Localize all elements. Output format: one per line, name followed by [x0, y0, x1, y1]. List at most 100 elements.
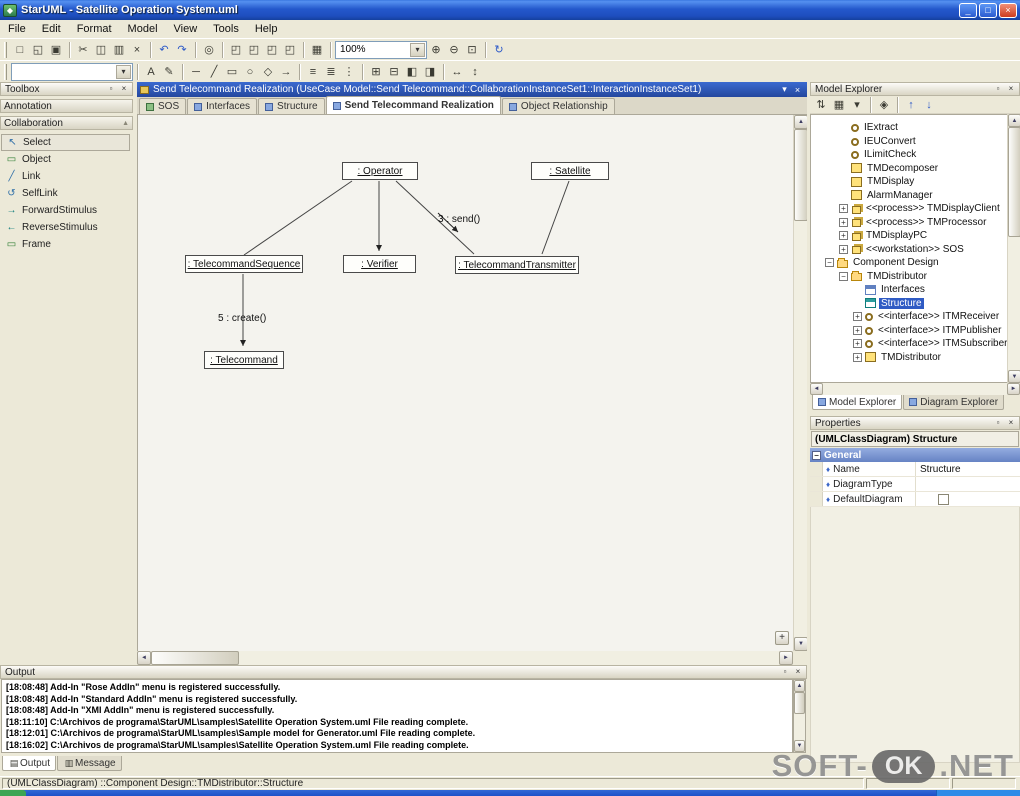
stereotype-icon[interactable]: ◈ [875, 96, 893, 114]
line-style-icon[interactable]: ─ [187, 63, 205, 81]
zoom-in-icon[interactable]: ⊕ [427, 41, 445, 59]
start-button-sliver[interactable] [0, 790, 26, 796]
zoom-out-icon[interactable]: ⊖ [445, 41, 463, 59]
close-icon[interactable]: × [118, 84, 130, 95]
find-icon[interactable]: ◎ [200, 41, 218, 59]
tree-item[interactable]: <<process>> TMDisplayClient [811, 202, 1019, 216]
window-layout-icon[interactable]: ◰ [227, 41, 245, 59]
toolbox-item-object[interactable]: ▭ Object [0, 151, 133, 168]
save-icon[interactable]: ▣ [47, 41, 65, 59]
sort-icon[interactable]: ⇅ [812, 96, 830, 114]
scroll-right-icon[interactable]: ► [1007, 383, 1020, 395]
close-icon[interactable]: × [1005, 418, 1017, 429]
scroll-up-icon[interactable]: ▲ [122, 120, 129, 127]
tree-item[interactable]: TMDistributor [811, 270, 1019, 284]
default-diagram-checkbox[interactable] [938, 493, 949, 505]
expand-canvas-button[interactable]: + [775, 631, 789, 645]
expand-icon[interactable] [853, 325, 862, 335]
ungroup-icon[interactable]: ⊟ [385, 63, 403, 81]
scrollbar-thumb[interactable] [794, 129, 807, 221]
align-center-icon[interactable]: ≣ [322, 63, 340, 81]
align-vertical-icon[interactable]: ⋮ [340, 63, 358, 81]
tab-send-telecommand-realization[interactable]: Send Telecommand Realization [325, 96, 501, 114]
menu-tools[interactable]: Tools [205, 21, 247, 37]
view-mode-icon[interactable]: ▦ [830, 96, 848, 114]
arrow-shape-icon[interactable]: → [277, 63, 295, 81]
tree-item[interactable]: <<interface>> ITMReceiver [811, 310, 1019, 324]
object-node-operator[interactable]: : Operator [342, 162, 418, 180]
tree-item[interactable]: IEUConvert [811, 135, 1019, 149]
menu-format[interactable]: Format [69, 21, 120, 37]
tree-item[interactable]: TMDistributor [811, 351, 1019, 365]
tree-item[interactable]: <<workstation>> SOS [811, 243, 1019, 257]
property-value[interactable]: Structure [916, 462, 1020, 476]
close-icon[interactable]: × [792, 667, 804, 678]
tree-item[interactable]: <<process>> TMProcessor [811, 216, 1019, 230]
minimize-button[interactable]: _ [959, 2, 977, 18]
move-down-icon[interactable]: ↓ [920, 96, 938, 114]
tab-sos[interactable]: SOS [139, 98, 187, 114]
tree-item[interactable]: TMDecomposer [811, 162, 1019, 176]
property-row-diagramtype[interactable]: ♦ DiagramType [810, 477, 1020, 492]
grid-icon[interactable]: ▦ [308, 41, 326, 59]
collapse-icon[interactable] [839, 271, 848, 281]
rect-shape-icon[interactable]: ▭ [223, 63, 241, 81]
pin-icon[interactable]: ▫ [105, 84, 117, 95]
expand-icon[interactable] [839, 244, 848, 254]
diagram-title-bar[interactable]: Send Telecommand Realization (UseCase Mo… [137, 82, 807, 97]
toolbar-grip[interactable] [4, 63, 7, 80]
cut-icon[interactable]: ✂ [74, 41, 92, 59]
property-value[interactable] [916, 477, 1020, 491]
tree-item[interactable]: TMDisplayPC [811, 229, 1019, 243]
redo-icon[interactable]: ↷ [173, 41, 191, 59]
toolbox-item-reversestimulus[interactable]: ← ReverseStimulus [0, 219, 133, 236]
toolbox-group-annotation[interactable]: Annotation [0, 99, 133, 113]
toolbox-item-select[interactable]: ↖ Select [1, 134, 130, 151]
font-icon[interactable]: A [142, 63, 160, 81]
expand-icon[interactable] [853, 312, 862, 322]
edge-operator-telecommandsequence[interactable] [243, 180, 353, 256]
undo-icon[interactable]: ↶ [155, 41, 173, 59]
toolbox-item-forwardstimulus[interactable]: → ForwardStimulus [0, 202, 133, 219]
property-row-defaultdiagram[interactable]: ♦ DefaultDiagram [810, 492, 1020, 507]
window-layout-icon[interactable]: ◰ [281, 41, 299, 59]
zoom-select[interactable]: 100% ▾ [335, 40, 427, 59]
scroll-up-icon[interactable]: ▲ [1008, 114, 1020, 127]
selected-object[interactable]: (UMLClassDiagram) Structure [811, 431, 1019, 447]
tab-object-relationship[interactable]: Object Relationship [501, 98, 615, 114]
scrollbar-thumb[interactable] [794, 692, 805, 714]
expand-icon[interactable] [853, 352, 862, 362]
pin-icon[interactable]: ▫ [992, 418, 1004, 429]
tree-item[interactable]: <<interface>> ITMSubscriber [811, 337, 1019, 351]
menu-view[interactable]: View [166, 21, 206, 37]
diamond-shape-icon[interactable]: ◇ [259, 63, 277, 81]
pin-icon[interactable]: ▫ [992, 84, 1004, 95]
ellipse-shape-icon[interactable]: ○ [241, 63, 259, 81]
close-icon[interactable]: × [791, 85, 804, 95]
chevron-down-icon[interactable]: ▾ [116, 64, 131, 79]
oblique-line-icon[interactable]: ╱ [205, 63, 223, 81]
stimulus-label-create[interactable]: 5 : create() [218, 313, 266, 324]
chevron-down-icon[interactable]: ▾ [848, 96, 866, 114]
scroll-left-icon[interactable]: ◄ [137, 651, 151, 665]
object-node-satellite[interactable]: : Satellite [531, 162, 609, 180]
zoom-fit-icon[interactable]: ⊡ [463, 41, 481, 59]
output-vertical-scrollbar[interactable]: ▲ ▼ [793, 679, 806, 753]
toolbox-item-selflink[interactable]: ↺ SelfLink [0, 185, 133, 202]
toolbox-item-link[interactable]: ╱ Link [0, 168, 133, 185]
delete-icon[interactable]: × [128, 41, 146, 59]
output-log[interactable]: [18:08:48] Add-In "Rose AddIn" menu is r… [1, 679, 793, 753]
menu-help[interactable]: Help [247, 21, 286, 37]
scrollbar-thumb[interactable] [151, 651, 239, 665]
scroll-up-icon[interactable]: ▲ [794, 680, 805, 692]
group-icon[interactable]: ⊞ [367, 63, 385, 81]
scroll-left-icon[interactable]: ◄ [810, 383, 823, 395]
tab-message[interactable]: ▥ Message [57, 756, 122, 771]
menu-edit[interactable]: Edit [34, 21, 69, 37]
style-select[interactable]: ▾ [11, 62, 133, 81]
new-icon[interactable]: □ [11, 41, 29, 59]
send-to-back-icon[interactable]: ◨ [421, 63, 439, 81]
tree-item[interactable]: AlarmManager [811, 189, 1019, 203]
open-icon[interactable]: ◱ [29, 41, 47, 59]
expand-icon[interactable] [839, 204, 848, 214]
